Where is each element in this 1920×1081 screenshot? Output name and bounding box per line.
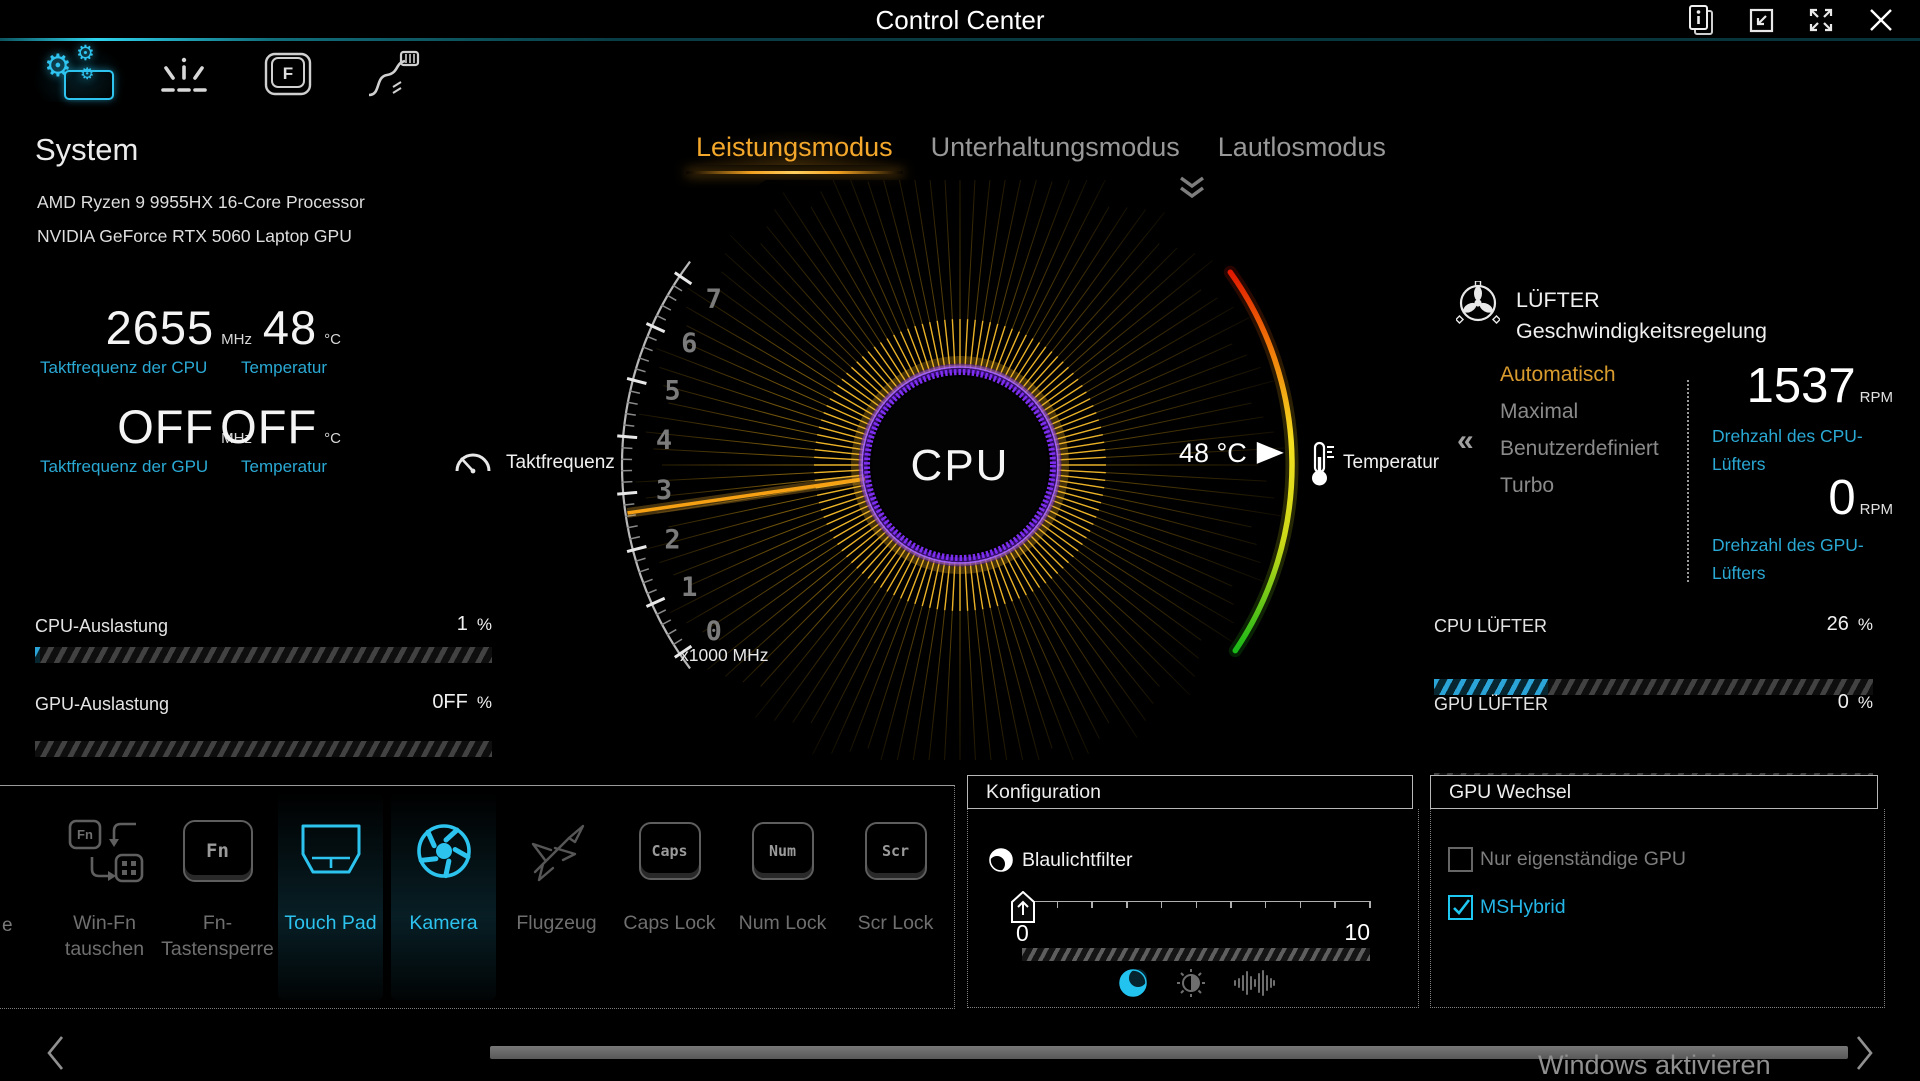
window-controls (1678, 0, 1904, 40)
hotkey-win-fn-swap[interactable]: Fn Win-Fntauschen (52, 792, 157, 1000)
page-title: System (35, 132, 138, 168)
f-key-icon: F (263, 51, 313, 97)
touchpad-icon (297, 792, 365, 910)
fn-lock-icon: Fn (183, 792, 253, 910)
gauge-center: CPU (856, 361, 1064, 569)
thermometer-icon (1309, 440, 1335, 488)
stat-cpu-clock: 2655MHz Taktfrequenz der CPU (40, 300, 252, 378)
cpu-gauge: 012 3 4 567 48 °C CPU (500, 180, 1420, 760)
camera-icon (414, 792, 474, 910)
scroll-right-icon[interactable] (1852, 1034, 1876, 1072)
info-pages-icon[interactable] (1678, 2, 1724, 38)
svg-text:6: 6 (681, 328, 697, 359)
cpu-clock-value: 2655 (106, 300, 215, 355)
mshybrid-label[interactable]: MSHybrid (1480, 896, 1566, 919)
win-fn-swap-icon: Fn (66, 792, 144, 910)
cpu-fan-bar-value: 26% (1434, 613, 1873, 636)
svg-text:5: 5 (664, 375, 680, 406)
hotkey-camera[interactable]: Kamera (391, 792, 496, 1000)
stat-gpu-temp: OFF°C Temperatur (241, 399, 341, 477)
cpu-name: AMD Ryzen 9 9955HX 16-Core Processor (37, 192, 365, 213)
tab-lautlosmodus[interactable]: Lautlosmodus (1212, 130, 1392, 165)
gpu-temp-value: OFF (220, 399, 317, 454)
gpu-fan-rpm: 0RPM (1600, 470, 1893, 526)
scr-key-icon: Scr (865, 792, 927, 910)
cpu-temp-value: 48 (263, 300, 317, 355)
hotkey-num-lock[interactable]: Num Num Lock (730, 792, 835, 1000)
fan-title-line2: Geschwindigkeitsregelung (1516, 319, 1767, 344)
checkbox-dedicated-gpu[interactable] (1448, 847, 1473, 872)
accent-divider (0, 38, 1920, 41)
cpu-usage-bar (35, 647, 492, 663)
hotkey-scr-lock[interactable]: Scr Scr Lock (843, 792, 948, 1000)
stat-cpu-temp: 48°C Temperatur (241, 300, 341, 378)
gpu-fan-bar-value: 0% (1434, 691, 1873, 714)
svg-text:3: 3 (656, 475, 672, 506)
power-cable-icon (363, 49, 421, 99)
hotkey-caps-lock[interactable]: Caps Caps Lock (617, 792, 722, 1000)
blue-light-track[interactable] (1022, 948, 1370, 961)
temp-readout: 48 °C (1179, 438, 1247, 468)
gpu-name: NVIDIA GeForce RTX 5060 Laptop GPU (37, 226, 352, 247)
tab-unterhaltungsmodus[interactable]: Unterhaltungsmodus (925, 130, 1186, 165)
hotkey-airplane[interactable]: Flugzeug (504, 792, 609, 1000)
clock-gauge-label: Taktfrequenz (506, 452, 615, 474)
svg-text:0: 0 (706, 616, 722, 647)
titlebar: Control Center (0, 0, 1920, 40)
close-icon[interactable] (1858, 2, 1904, 38)
blue-light-label: Blaulichtfilter (1022, 849, 1133, 872)
fan-icon (1456, 281, 1500, 325)
blue-light-min: 0 (1016, 920, 1029, 947)
checkbox-mshybrid[interactable] (1448, 895, 1473, 920)
tab-fn-keys[interactable]: F (242, 46, 334, 102)
performance-mode-tabs: Leistungsmodus Unterhaltungsmodus Lautlo… (690, 130, 1392, 165)
svg-text:2: 2 (664, 525, 680, 556)
hotkey-fn-lock[interactable]: Fn Fn-Tastensperre (165, 792, 270, 1000)
svg-text:Fn: Fn (77, 827, 93, 842)
brightness-tool-icon[interactable] (1176, 968, 1206, 998)
fan-title-line1: LÜFTER (1516, 288, 1600, 313)
gpu-usage-bar (35, 741, 492, 757)
tab-system[interactable]: ⚙ ⚙ ⚙ (34, 46, 126, 102)
hotkey-touchpad[interactable]: Touch Pad (278, 792, 383, 1000)
night-mode-tool-icon[interactable] (1118, 968, 1148, 998)
dedicated-gpu-label[interactable]: Nur eigenständige GPU (1480, 848, 1686, 871)
gpu-clock-value: OFF (117, 399, 214, 454)
chevron-left-icon[interactable]: « (1457, 424, 1474, 458)
cpu-usage-value: 1% (35, 613, 492, 636)
blue-light-slider-handle[interactable] (1011, 891, 1035, 923)
hotkeys-overflow-text: e (2, 915, 13, 937)
dial-unit-label: x1000 MHz (680, 645, 769, 666)
restore-window-icon[interactable] (1738, 2, 1784, 38)
scroll-left-icon[interactable] (44, 1034, 68, 1072)
nav-tabbar: ⚙ ⚙ ⚙ F (34, 46, 438, 102)
maximize-icon[interactable] (1798, 2, 1844, 38)
caps-key-icon: Caps (639, 792, 701, 910)
cpu-fan-rpm: 1537RPM (1600, 358, 1893, 414)
windows-watermark: Windows aktivieren (1538, 1050, 1771, 1081)
gpu-fan-rpm-label: Drehzahl des GPU-Lüfters (1712, 531, 1864, 587)
tab-leistungsmodus[interactable]: Leistungsmodus (690, 130, 899, 165)
svg-text:7: 7 (706, 284, 722, 315)
hotkeys-row: Fn Win-Fntauschen Fn Fn-Tastensperre (52, 792, 948, 1000)
gpu-usage-value: 0FF% (35, 691, 492, 714)
gpu-switch-title: GPU Wechsel (1430, 775, 1878, 809)
speedometer-icon (454, 446, 492, 474)
temp-gauge-label: Temperatur (1343, 452, 1439, 474)
num-key-icon: Num (752, 792, 814, 910)
keyboard-backlight-icon (159, 50, 209, 98)
blue-light-max: 10 (1330, 919, 1370, 946)
konfiguration-title: Konfiguration (967, 775, 1413, 809)
tab-lighting[interactable] (138, 46, 230, 102)
gauge-center-label: CPU (911, 441, 1010, 490)
airplane-icon (521, 792, 593, 910)
svg-text:4: 4 (656, 425, 672, 456)
window-title: Control Center (0, 0, 1920, 40)
night-mode-icon (988, 847, 1014, 873)
sound-wave-tool-icon[interactable] (1232, 968, 1276, 998)
svg-text:F: F (283, 64, 293, 83)
fan-mode-benutzerdefiniert[interactable]: Benutzerdefiniert (1500, 430, 1659, 467)
svg-text:1: 1 (681, 572, 697, 603)
tab-devices[interactable] (346, 46, 438, 102)
